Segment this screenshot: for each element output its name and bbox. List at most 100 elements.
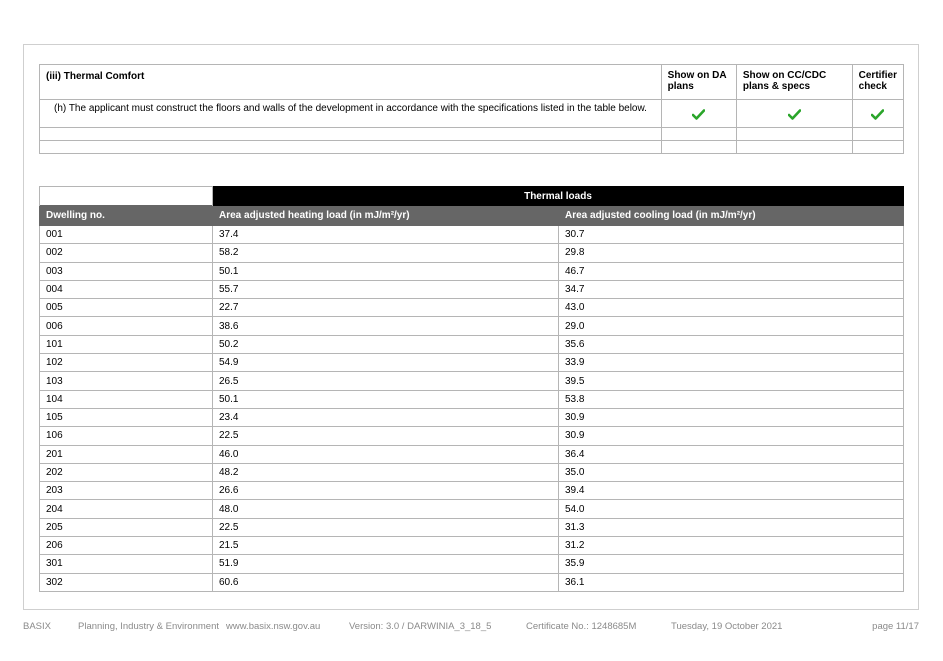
heating-load-cell: 26.6 [212,481,559,501]
cooling-load-cell: 31.3 [558,517,904,538]
cooling-load-cell: 36.1 [558,572,904,592]
dwelling-no-cell: 103 [39,371,213,391]
dwelling-no-cell: 206 [39,536,213,556]
cooling-load-cell: 54.0 [558,499,904,519]
table-row: 006 38.6 29.0 [39,316,904,336]
heating-load-cell: 48.2 [212,462,559,483]
dwelling-no-cell: 205 [39,517,213,538]
table-row: 206 21.5 31.2 [39,536,904,556]
dwelling-no-cell: 202 [39,462,213,483]
table-row: 201 46.0 36.4 [39,444,904,464]
thermal-comfort-title: (iii) Thermal Comfort [39,64,662,100]
table-row: 002 58.2 29.8 [39,243,904,263]
thermal-loads-table: Thermal loads Dwelling no. Area adjusted… [39,186,904,592]
dwelling-no-cell: 106 [39,426,213,446]
heating-load-cell: 23.4 [212,407,559,428]
cooling-load-cell: 31.2 [558,536,904,556]
col-heating-load: Area adjusted heating load (in mJ/m²/yr) [212,205,559,226]
heating-load-cell: 50.1 [212,261,559,281]
footer-date: Tuesday, 19 October 2021 [671,621,783,632]
heating-load-cell: 48.0 [212,499,559,519]
dwelling-no-cell: 104 [39,389,213,409]
heating-load-cell: 26.5 [212,371,559,391]
cooling-load-cell: 30.7 [558,224,904,245]
certifier-cell [851,99,905,128]
heating-load-cell: 21.5 [212,536,559,556]
dwelling-no-cell: 102 [39,353,213,373]
heating-load-cell: 54.9 [212,353,559,373]
da-plans-cell [660,99,737,128]
table-row: 205 22.5 31.3 [39,517,904,538]
table-row: 005 22.7 43.0 [39,298,904,318]
cooling-load-cell: 30.9 [558,407,904,428]
table-row: 105 23.4 30.9 [39,407,904,428]
dwelling-no-cell: 003 [39,261,213,281]
cc-cdc-cell [735,99,853,128]
heating-load-cell: 38.6 [212,316,559,336]
cooling-load-cell: 35.6 [558,334,904,355]
page-footer: BASIX Planning, Industry & Environment w… [0,621,943,635]
cooling-load-cell: 29.0 [558,316,904,336]
col-show-on-da-plans: Show on DA plans [660,64,737,100]
col-certifier-check: Certifier check [851,64,905,100]
table-row: 003 50.1 46.7 [39,261,904,281]
table-row: 103 26.5 39.5 [39,371,904,391]
dwelling-no-cell: 203 [39,481,213,501]
table-row: 102 54.9 33.9 [39,353,904,373]
table-row: 106 22.5 30.9 [39,426,904,446]
table-row: 203 26.6 39.4 [39,481,904,501]
cooling-load-cell: 46.7 [558,261,904,281]
table-row: 101 50.2 35.6 [39,334,904,355]
cooling-load-cell: 33.9 [558,353,904,373]
thermal-comfort-table: (iii) Thermal Comfort Show on DA plans S… [39,64,905,154]
check-icon [853,100,903,126]
cooling-load-cell: 53.8 [558,389,904,409]
footer-website: www.basix.nsw.gov.au [226,621,321,632]
footer-version: Version: 3.0 / DARWINIA_3_18_5 [349,621,492,632]
heating-load-cell: 22.5 [212,426,559,446]
dwelling-no-cell: 101 [39,334,213,355]
col-show-on-cc-cdc: Show on CC/CDC plans & specs [735,64,853,100]
heating-load-cell: 58.2 [212,243,559,263]
heating-load-cell: 46.0 [212,444,559,464]
dwelling-no-cell: 301 [39,554,213,574]
heating-load-cell: 50.2 [212,334,559,355]
dwelling-no-cell: 105 [39,407,213,428]
table-row: 001 37.4 30.7 [39,224,904,245]
heating-load-cell: 22.7 [212,298,559,318]
cooling-load-cell: 35.0 [558,462,904,483]
table-row: 301 51.9 35.9 [39,554,904,574]
cooling-load-cell: 39.5 [558,371,904,391]
dwelling-no-cell: 001 [39,224,213,245]
dwelling-no-cell: 302 [39,572,213,592]
dwelling-no-cell: 005 [39,298,213,318]
check-icon [737,100,852,126]
heating-load-cell: 22.5 [212,517,559,538]
check-icon [662,100,736,126]
col-cooling-load: Area adjusted cooling load (in mJ/m²/yr) [558,205,904,226]
dwelling-no-cell: 004 [39,279,213,300]
footer-page: page 11/17 [872,621,919,632]
heating-load-cell: 51.9 [212,554,559,574]
requirement-text: (h) The applicant must construct the flo… [39,99,662,128]
cooling-load-cell: 43.0 [558,298,904,318]
footer-certificate: Certificate No.: 1248685M [526,621,637,632]
table-row: 004 55.7 34.7 [39,279,904,300]
heating-load-cell: 37.4 [212,224,559,245]
cooling-load-cell: 29.8 [558,243,904,263]
cooling-load-cell: 30.9 [558,426,904,446]
col-dwelling-no: Dwelling no. [39,205,213,226]
table-row: 202 48.2 35.0 [39,462,904,483]
dwelling-no-cell: 002 [39,243,213,263]
table-row: 104 50.1 53.8 [39,389,904,409]
dwelling-no-cell: 006 [39,316,213,336]
thermal-loads-title: Thermal loads [212,186,904,206]
cooling-load-cell: 34.7 [558,279,904,300]
dwelling-no-cell: 201 [39,444,213,464]
heating-load-cell: 50.1 [212,389,559,409]
table-row: 204 48.0 54.0 [39,499,904,519]
footer-department: Planning, Industry & Environment [78,621,219,632]
heating-load-cell: 60.6 [212,572,559,592]
cooling-load-cell: 35.9 [558,554,904,574]
cooling-load-cell: 39.4 [558,481,904,501]
